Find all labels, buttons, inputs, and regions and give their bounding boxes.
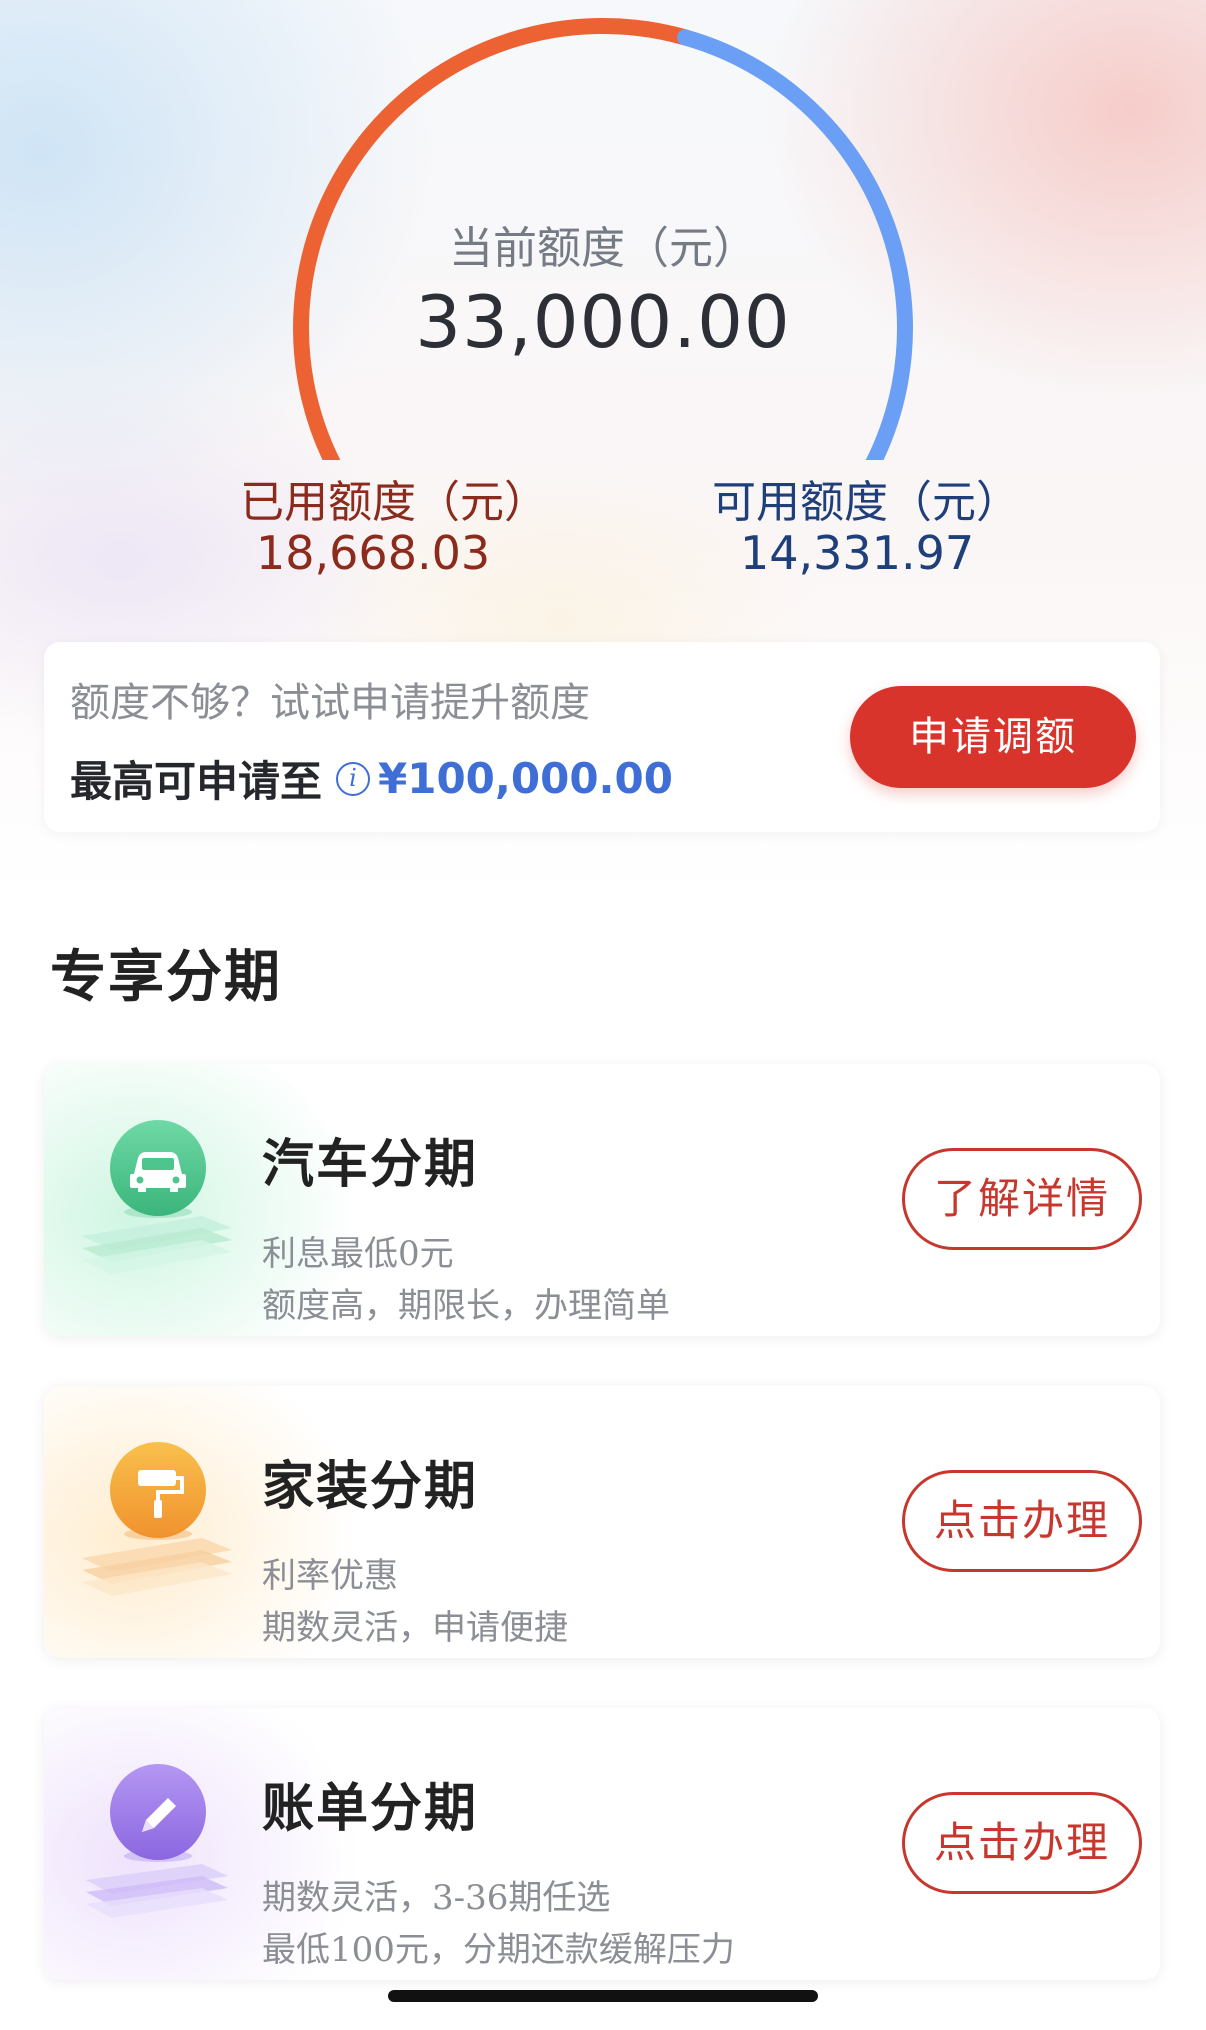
used-quota-value: 18,668.03 <box>256 526 491 580</box>
paint-roller-icon <box>82 1442 232 1596</box>
product-desc-1: 利息最低0元 <box>262 1234 454 1274</box>
product-title: 汽车分期 <box>262 1135 479 1195</box>
current-quota-label: 当前额度（元） <box>449 223 757 274</box>
apply-now-button[interactable]: 点击办理 <box>902 1792 1142 1894</box>
current-quota-value: 33,000.00 <box>415 280 791 364</box>
product-title: 账单分期 <box>262 1779 479 1839</box>
apply-increase-card: 额度不够？试试申请提升额度 最高可申请至 i ¥100,000.00 申请调额 <box>44 642 1160 832</box>
used-quota-label: 已用额度（元） <box>240 477 548 528</box>
info-icon[interactable]: i <box>336 761 371 796</box>
apply-adjust-button[interactable]: 申请调额 <box>850 686 1136 788</box>
product-desc-2: 期数灵活，申请便捷 <box>262 1608 568 1648</box>
available-quota-label: 可用额度（元） <box>712 477 1020 528</box>
pencil-icon <box>86 1764 228 1918</box>
product-desc-1: 期数灵活，3-36期任选 <box>262 1878 611 1918</box>
product-card-car[interactable]: 汽车分期 利息最低0元 额度高，期限长，办理简单 了解详情 <box>44 1064 1160 1336</box>
apply-max-amount: ¥100,000.00 <box>378 754 673 803</box>
quota-hero: 当前额度（元） 33,000.00 已用额度（元） 18,668.03 可用额度… <box>0 0 1206 892</box>
page: 当前额度（元） 33,000.00 已用额度（元） 18,668.03 可用额度… <box>0 0 1206 2030</box>
apply-now-button[interactable]: 点击办理 <box>902 1470 1142 1572</box>
product-desc-2: 额度高，期限长，办理简单 <box>262 1286 670 1326</box>
product-desc-1: 利率优惠 <box>262 1556 398 1596</box>
product-title: 家装分期 <box>262 1457 479 1517</box>
apply-hint: 额度不够？试试申请提升额度 <box>70 680 590 726</box>
home-indicator <box>388 1990 818 2002</box>
product-desc-2: 最低100元，分期还款缓解压力 <box>262 1930 735 1970</box>
apply-max-label: 最高可申请至 <box>70 757 323 806</box>
product-card-bill[interactable]: 账单分期 期数灵活，3-36期任选 最低100元，分期还款缓解压力 点击办理 <box>44 1708 1160 1980</box>
learn-more-button[interactable]: 了解详情 <box>902 1148 1142 1250</box>
available-quota-value: 14,331.97 <box>740 526 975 580</box>
apply-max-row: 最高可申请至 i ¥100,000.00 <box>70 748 673 809</box>
section-title: 专享分期 <box>50 945 282 1010</box>
product-card-home[interactable]: 家装分期 利率优惠 期数灵活，申请便捷 点击办理 <box>44 1386 1160 1658</box>
car-icon <box>82 1120 232 1274</box>
